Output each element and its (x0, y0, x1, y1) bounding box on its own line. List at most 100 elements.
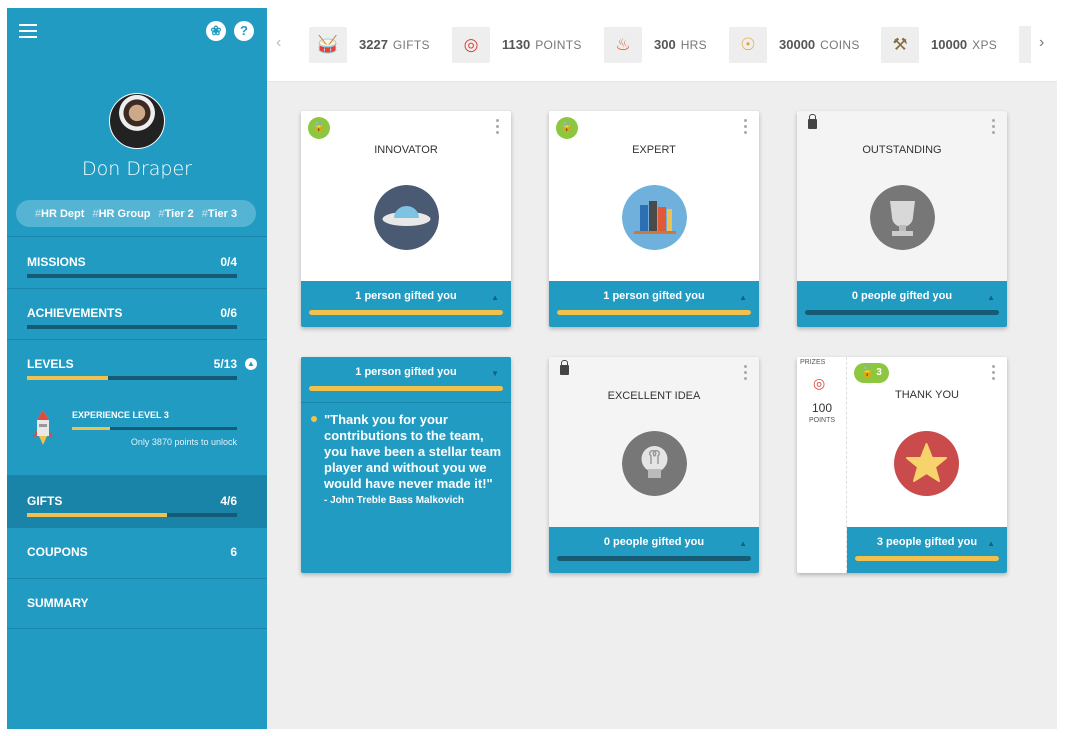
stat-coins[interactable]: ☉ 30000 COINS (729, 26, 860, 63)
rocket-icon (33, 410, 53, 445)
help-icon[interactable]: ? (234, 21, 254, 41)
gift-card-innovator[interactable]: 🔓 INNOVATOR 1 person gifted you ▲ (301, 111, 511, 327)
trophy-icon (870, 185, 935, 250)
progress-bar (27, 513, 237, 517)
card-footer[interactable]: 0 people gifted you ▲ (797, 281, 1007, 327)
card-footer-text: 1 person gifted you (355, 366, 457, 378)
tag-tier-2[interactable]: #Tier 2 (159, 208, 194, 220)
app-window: { "user": {"name": "Don Draper", "tags":… (0, 0, 1066, 736)
gift-card-expert[interactable]: 🔓 EXPERT 1 person gifted you ▲ (549, 111, 759, 327)
stat-label: HRS (680, 37, 707, 52)
gift-message: "Thank you for your contributions to the… (324, 412, 502, 491)
bullet-icon (311, 416, 317, 422)
gift-card-message[interactable]: 1 person gifted you ▼ "Thank you for you… (301, 357, 511, 573)
card-footer[interactable]: 1 person gifted you ▲ (549, 281, 759, 327)
prize-unit: POINTS (808, 417, 836, 424)
chevron-up-icon: ▲ (491, 293, 499, 302)
sidebar-item-count: 0/4 (220, 255, 237, 269)
more-options-icon[interactable] (992, 119, 996, 137)
drum-icon: 🥁 (309, 26, 347, 63)
more-options-icon[interactable] (744, 365, 748, 383)
lightbulb-icon (622, 431, 687, 496)
sidebar-item-label: ACHIEVEMENTS (27, 306, 123, 320)
chevron-up-icon: ▲ (739, 539, 747, 548)
chevron-up-icon: ▲ (987, 539, 995, 548)
sidebar-item-gifts[interactable]: GIFTS 4/6 (7, 476, 267, 527)
stat-value: 10000 (931, 37, 968, 52)
more-options-icon[interactable] (744, 119, 748, 137)
stat-hrs[interactable]: ♨ 300 HRS (604, 26, 707, 63)
stat-value: 1130 (502, 37, 531, 52)
card-footer[interactable]: 1 person gifted you ▲ (301, 281, 511, 327)
card-progress-bar (309, 386, 503, 391)
gift-card-outstanding[interactable]: OUTSTANDING 0 people gifted you ▲ (797, 111, 1007, 327)
stat-xps[interactable]: ⚒ 10000 XPS (881, 26, 997, 63)
card-progress-bar (557, 310, 751, 315)
progress-bar (27, 325, 237, 329)
prize-panel: PRIZES ◎ 100 POINTS (797, 357, 847, 573)
card-title: OUTSTANDING (862, 144, 942, 156)
more-options-icon[interactable] (992, 365, 996, 383)
gift-card-thank-you[interactable]: PRIZES ◎ 100 POINTS 🔓 3 THANK YOU 3 peop… (797, 357, 1007, 573)
menu-icon[interactable] (19, 24, 37, 38)
card-header[interactable]: 1 person gifted you ▼ (301, 357, 511, 403)
card-progress-bar (805, 310, 999, 315)
level-title: EXPERIENCE LEVEL 3 (72, 410, 169, 420)
ufo-icon (374, 185, 439, 250)
card-footer[interactable]: 0 people gifted you ▲ (549, 527, 759, 573)
stat-points[interactable]: ◎ 1130 POINTS (452, 26, 582, 63)
sidebar-item-label: COUPONS (27, 545, 88, 559)
stat-value: 30000 (779, 37, 816, 52)
chevron-up-icon[interactable]: ▲ (245, 358, 257, 370)
star-icon (894, 431, 959, 496)
card-title: INNOVATOR (374, 144, 438, 156)
progress-bar (27, 376, 237, 380)
sidebar-item-achievements[interactable]: ACHIEVEMENTS 0/6 (7, 288, 267, 339)
medal-icon: ☉ (729, 26, 767, 63)
chevron-right-icon[interactable]: › (1039, 34, 1044, 52)
chevron-down-icon: ▼ (491, 369, 499, 378)
sidebar-item-coupons[interactable]: COUPONS 6 (7, 527, 267, 578)
card-title: EXCELLENT IDEA (607, 390, 701, 402)
sidebar-item-count: 5/13 (213, 357, 237, 371)
target-icon: ◎ (813, 375, 826, 391)
tag-tier-3[interactable]: #Tier 3 (202, 208, 237, 220)
card-footer[interactable]: 3 people gifted you ▲ (847, 527, 1007, 573)
card-footer-text: 1 person gifted you (603, 290, 705, 302)
stat-value: 3227 (359, 37, 388, 52)
avatar[interactable] (109, 93, 165, 149)
chevron-left-icon[interactable]: ‹ (276, 34, 281, 52)
stat-label: COINS (820, 37, 860, 52)
tag-hr-dept[interactable]: #HR Dept (35, 208, 85, 220)
card-progress-bar (855, 556, 999, 561)
stat-label: POINTS (535, 37, 582, 52)
sidebar-item-label: SUMMARY (27, 596, 89, 610)
stat-label: XPS (972, 37, 998, 52)
level-progress-bar (72, 427, 237, 430)
card-footer-text: 0 people gifted you (851, 290, 953, 302)
next-stat-preview (1019, 26, 1031, 63)
chevron-up-icon: ▲ (987, 293, 995, 302)
unlock-icon: 🔓 (556, 117, 578, 139)
badge-count: 3 (876, 367, 882, 378)
sidebar-item-summary[interactable]: SUMMARY (7, 578, 267, 629)
sidebar: ❀ ? Don Draper #HR Dept #HR Group #Tier … (7, 8, 267, 729)
progress-bar (27, 274, 237, 278)
books-icon (622, 185, 687, 250)
chevron-up-icon: ▲ (739, 293, 747, 302)
sidebar-item-levels[interactable]: LEVELS 5/13 ▲ (7, 339, 267, 390)
gift-icon[interactable]: ❀ (206, 21, 226, 41)
gift-card-excellent-idea[interactable]: EXCELLENT IDEA 0 people gifted you ▲ (549, 357, 759, 573)
card-progress-bar (557, 556, 751, 561)
more-options-icon[interactable] (496, 119, 500, 137)
sidebar-item-label: LEVELS (27, 357, 74, 371)
lock-icon (560, 360, 569, 375)
stat-gifts[interactable]: 🥁 3227 GIFTS (309, 26, 430, 63)
fire-icon: ♨ (604, 26, 642, 63)
stat-label: GIFTS (392, 37, 430, 52)
card-title: EXPERT (632, 144, 676, 156)
tag-hr-group[interactable]: #HR Group (92, 208, 150, 220)
sidebar-item-missions[interactable]: MISSIONS 0/4 (7, 237, 267, 288)
card-footer-text: 0 people gifted you (603, 536, 705, 548)
tools-icon: ⚒ (881, 26, 919, 63)
